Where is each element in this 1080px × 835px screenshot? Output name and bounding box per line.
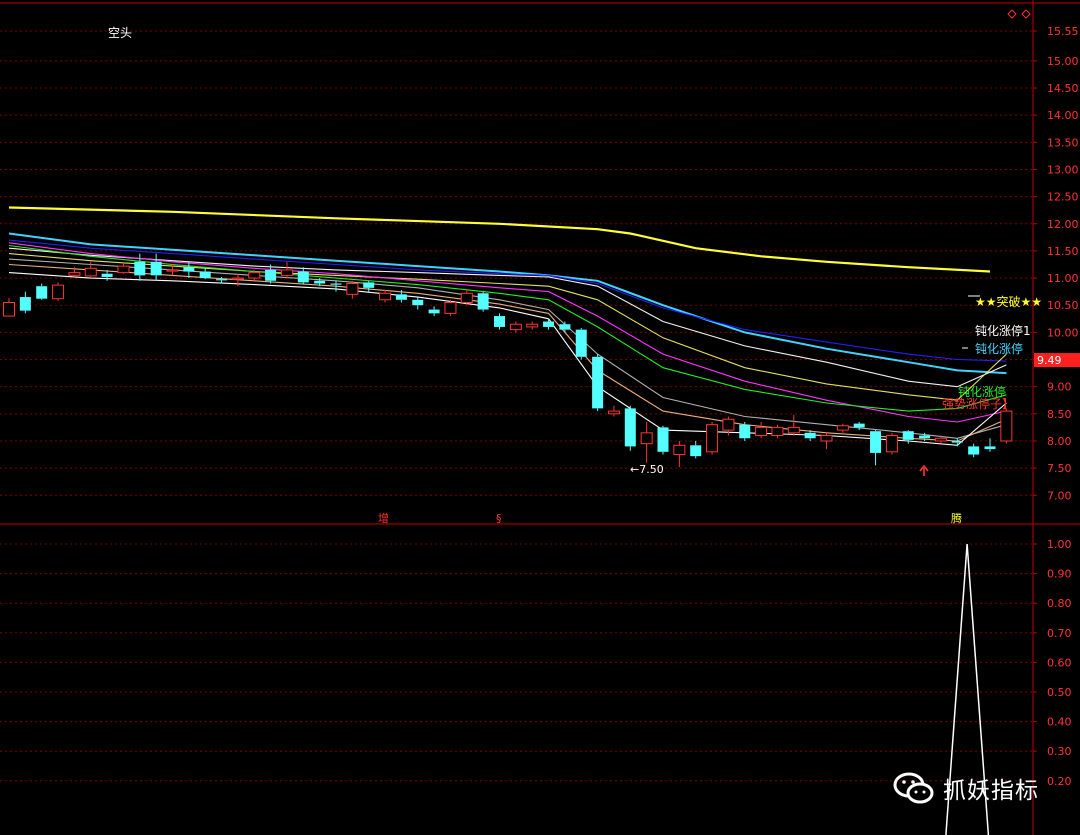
candle (3, 298, 15, 317)
candle (297, 267, 309, 285)
indicator-grid (0, 543, 1033, 782)
candle (19, 291, 31, 314)
candle (673, 440, 686, 468)
candle (346, 280, 359, 299)
candle (477, 291, 489, 312)
y-tick-label: 15.55 (1047, 25, 1079, 38)
candle (379, 290, 392, 303)
signal-label-1: 钝化涨停1 (975, 323, 1031, 338)
y-tick-label: 0.90 (1047, 568, 1072, 581)
y-tick-label: 11.00 (1047, 272, 1079, 285)
y-tick-label: 0.30 (1047, 745, 1072, 758)
candle (820, 432, 833, 450)
candle (624, 405, 636, 451)
candle (739, 421, 751, 441)
y-tick-label: 0.60 (1047, 656, 1072, 669)
moving-average-line (8, 258, 1007, 439)
moving-average-line (8, 239, 1007, 362)
candle (494, 313, 505, 330)
candle (968, 443, 980, 458)
candle (52, 282, 65, 301)
moving-average-line (8, 272, 1007, 446)
candle (509, 321, 522, 333)
bottom-marker-3: 腾 (951, 511, 962, 525)
candle (428, 306, 440, 317)
y-tick-label: 0.50 (1047, 686, 1072, 699)
moving-average-line (8, 232, 1007, 375)
y-tick-label: 10.00 (1047, 326, 1079, 339)
top-label: 空头 (108, 26, 132, 40)
y-tick-label: 10.50 (1047, 299, 1079, 312)
y-tick-label: 0.40 (1047, 716, 1072, 729)
y-tick-label: 0.20 (1047, 775, 1072, 788)
y-tick-label: 12.50 (1047, 191, 1079, 204)
y-tick-label: 8.00 (1047, 435, 1072, 448)
y-tick-label: 13.50 (1047, 136, 1079, 149)
watermark: 抓妖指标 (893, 768, 1039, 808)
current-price-label: 9.49 (1037, 354, 1062, 367)
candle (853, 421, 865, 431)
y-tick-label: 13.00 (1047, 163, 1079, 176)
moving-averages (8, 206, 1007, 446)
candle (607, 405, 620, 417)
candle (150, 253, 162, 281)
y-tick-label: 12.00 (1047, 218, 1079, 231)
candle (640, 421, 653, 463)
candle (363, 280, 375, 292)
y-tick-label: 9.00 (1047, 381, 1072, 394)
candle (183, 261, 195, 279)
low-price-marker: ←7.50 (630, 463, 664, 476)
candle (690, 440, 702, 459)
y-tick-label: 7.50 (1047, 462, 1072, 475)
signal-label-2: 钝化涨停 (975, 341, 1023, 356)
watermark-text: 抓妖指标 (943, 778, 1039, 804)
diamond-icon[interactable] (1007, 9, 1017, 19)
candle (36, 283, 48, 300)
diamond-icon[interactable] (1021, 9, 1031, 19)
y-tick-label: 0.80 (1047, 597, 1072, 610)
candle (592, 354, 604, 412)
candle (199, 268, 211, 280)
candle (787, 414, 800, 436)
candle (706, 421, 719, 455)
bottom-marker-1: 增 (378, 511, 389, 525)
y-tick-label: 11.50 (1047, 245, 1079, 258)
candle (543, 318, 555, 330)
y-tick-label: 1.00 (1047, 538, 1072, 551)
y-tick-label: 14.00 (1047, 109, 1079, 122)
candle (460, 290, 473, 306)
candle (559, 321, 571, 333)
y-tick-label: 0.70 (1047, 627, 1072, 640)
y-tick-label: 7.00 (1047, 489, 1072, 502)
wechat-icon (893, 772, 934, 804)
y-tick-label: 8.50 (1047, 408, 1072, 421)
candle (836, 423, 849, 433)
candle (575, 328, 587, 360)
candle (657, 425, 669, 455)
y-tick-label: 15.00 (1047, 55, 1079, 68)
stock-chart: 15.55 15.00 14.50 14.00 13.50 13.00 12.50 12.00… (0, 0, 1080, 835)
candle (444, 299, 457, 317)
candle (526, 321, 539, 330)
candle (412, 297, 424, 310)
signal-label-4: 强势涨停子】 (942, 396, 1014, 411)
bottom-marker-2: § (496, 512, 502, 525)
breakout-label: ★★突破★★ (975, 294, 1042, 309)
buy-arrow-icon (919, 464, 929, 476)
candle (984, 438, 996, 452)
candle (771, 424, 784, 439)
candle (885, 432, 898, 455)
candle (1000, 408, 1013, 444)
y-tick-label: 14.50 (1047, 82, 1079, 95)
candle (280, 261, 293, 279)
candle (755, 421, 768, 439)
candle (870, 430, 882, 466)
